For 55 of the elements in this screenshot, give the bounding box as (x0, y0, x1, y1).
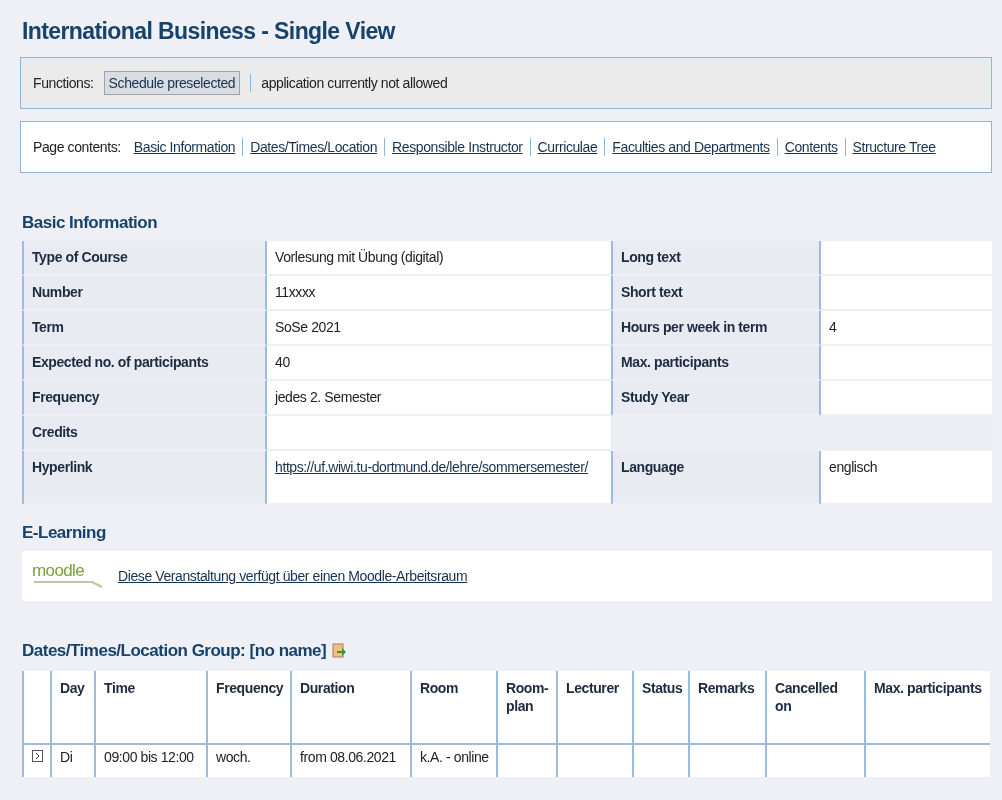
page-title: International Business - Single View (22, 18, 397, 45)
field-value: jedes 2. Semester (267, 381, 611, 416)
page-contents-link[interactable]: Dates/Times/Location (250, 139, 378, 155)
page-contents-link[interactable]: Faculties and Departments (612, 139, 770, 155)
field-label: Number (22, 276, 267, 311)
table-cell: 09:00 bis 12:00 (94, 745, 206, 777)
field-value: 40 (267, 346, 611, 381)
section-heading: Basic Information (22, 213, 159, 233)
field-label: Expected no. of participants (22, 346, 267, 381)
field-label: Credits (22, 416, 267, 451)
field-label: Max. participants (611, 346, 821, 381)
field-value: 11xxxx (267, 276, 611, 311)
table-cell: Di (50, 745, 94, 777)
column-header: Room (410, 671, 496, 745)
field-value: englisch (821, 451, 992, 505)
column-header: Duration (290, 671, 410, 745)
column-header: Remarks (688, 671, 765, 745)
functions-label: Functions: (33, 75, 94, 91)
field-label: Hours per week in term (611, 311, 821, 346)
page-contents-link[interactable]: Responsible Instructor (392, 139, 523, 155)
field-value: SoSe 2021 (267, 311, 611, 346)
column-header: Cancelled on (765, 671, 864, 745)
page-contents-label: Page contents: (33, 139, 121, 155)
page-contents-link[interactable]: Curriculae (537, 139, 598, 155)
table-cell: from 08.06.2021 (290, 745, 410, 777)
column-header: Max. participants (864, 671, 990, 745)
column-header: Lecturer (556, 671, 632, 745)
field-label: Term (22, 311, 267, 346)
moodle-logo: moodle (32, 563, 108, 589)
field-label: Study Year (611, 381, 821, 416)
field-label: Type of Course (22, 241, 267, 276)
section-heading: E-Learning (22, 523, 107, 543)
field-label: Frequency (22, 381, 267, 416)
expand-icon[interactable] (32, 750, 43, 762)
status-text: application currently not allowed (261, 75, 448, 91)
table-cell: k.A. - online (410, 745, 496, 777)
column-header: Day (50, 671, 94, 745)
page-contents-link[interactable]: Structure Tree (852, 139, 936, 155)
column-header: Frequency (206, 671, 290, 745)
export-icon[interactable] (332, 643, 347, 659)
column-header: Room-plan (496, 671, 556, 745)
schedule-preselected-button[interactable]: Schedule preselected (103, 71, 241, 95)
page-contents-link[interactable]: Contents (784, 139, 838, 155)
field-value: 4 (821, 311, 992, 346)
field-value: Vorlesung mit Übung (digital) (267, 241, 611, 276)
table-cell: woch. (206, 745, 290, 777)
field-label: Language (611, 451, 821, 505)
page-contents-link[interactable]: Basic Information (133, 139, 236, 155)
section-heading: Dates/Times/Location Group: [no name] (22, 641, 327, 661)
field-label: Hyperlink (22, 451, 267, 505)
column-header: Status (632, 671, 688, 745)
field-label: Long text (611, 241, 821, 276)
field-label: Short text (611, 276, 821, 311)
column-header: Time (94, 671, 206, 745)
moodle-workspace-link[interactable]: Diese Veranstaltung verfügt über einen Moodle-Arbeitsraum (118, 568, 468, 584)
